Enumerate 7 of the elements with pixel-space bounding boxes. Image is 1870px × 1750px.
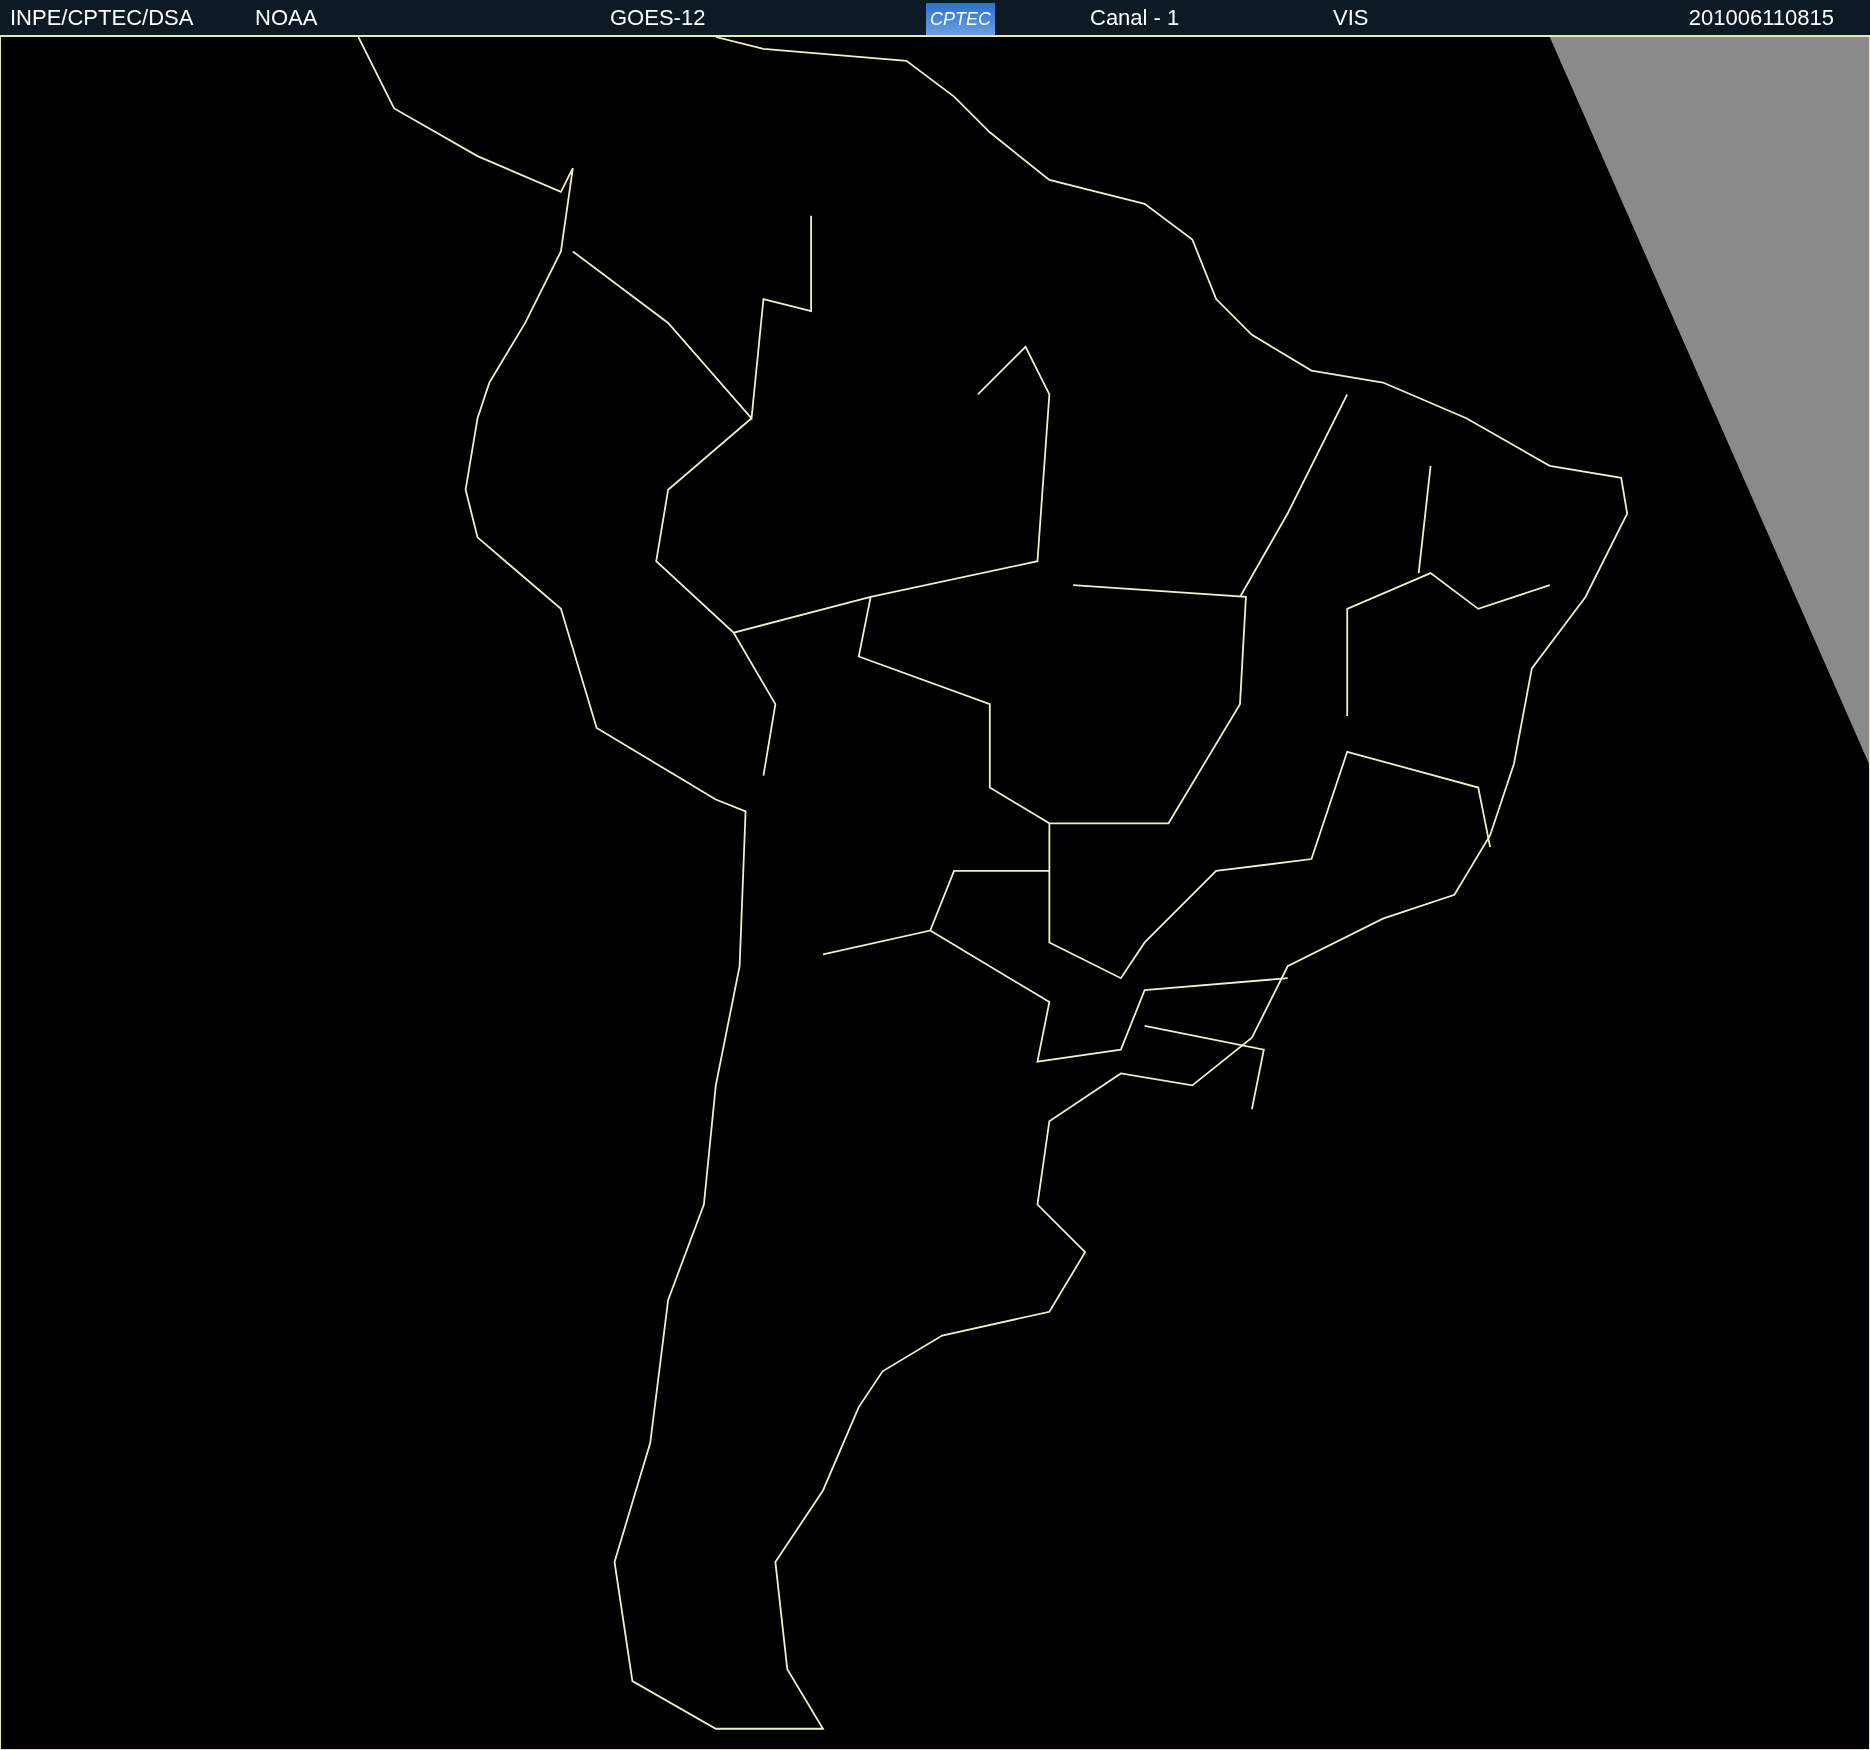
header-label: 201006110815 [1688, 5, 1834, 30]
header-label: NOAA [255, 5, 318, 30]
header-label: INPE/CPTEC/DSA [10, 5, 194, 30]
logo: CPTEC [926, 2, 995, 35]
header-label: VIS [1333, 5, 1369, 30]
header-label: Canal - 1 [1090, 5, 1180, 30]
header-label: GOES-12 [610, 5, 706, 30]
